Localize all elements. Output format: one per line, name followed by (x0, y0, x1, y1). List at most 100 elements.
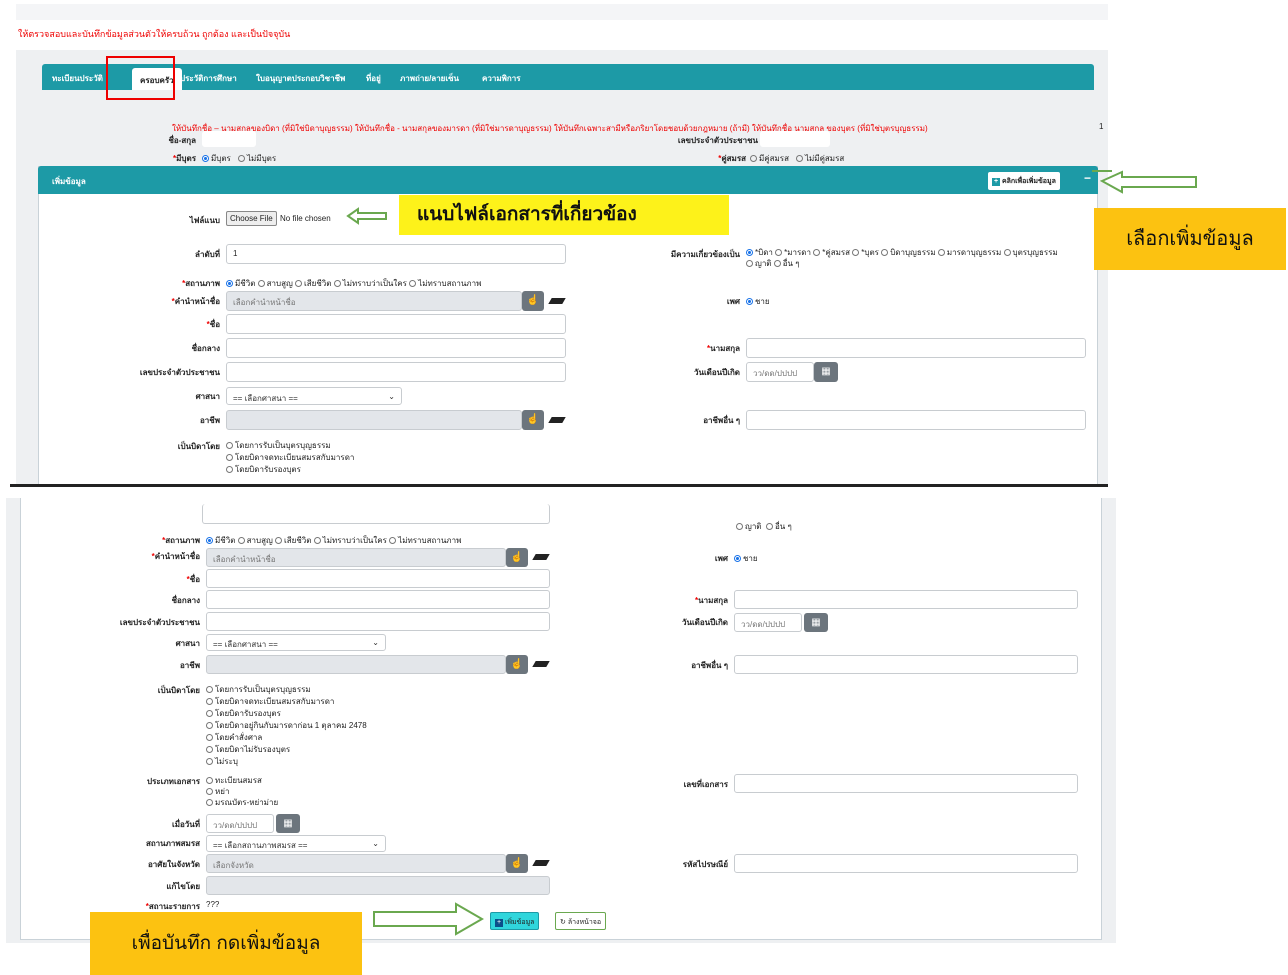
tab-education[interactable]: ประวัติการศึกษา (180, 72, 237, 85)
spouse-radio-yes[interactable]: มีคู่สมรส (750, 152, 789, 165)
edited-by-input (206, 876, 550, 895)
father-by-radio[interactable]: โดยคำสั่งศาล (206, 732, 367, 744)
occupation-input[interactable] (226, 410, 522, 430)
citizen-id-input[interactable] (226, 362, 566, 382)
collapse-icon[interactable]: − (1084, 171, 1091, 185)
pointer-hand-icon[interactable]: ☝ (506, 854, 528, 873)
relation-radio-other[interactable]: อื่น ๆ (773, 259, 800, 268)
tab-photo[interactable]: ภาพถ่าย/ลายเซ็น (400, 72, 459, 85)
plus-square-icon: + (992, 178, 1000, 186)
father-by-radio[interactable]: โดยบิดารับรองบุตร (206, 708, 367, 720)
first-name-label: *ชื่อ (206, 320, 220, 329)
tab-disability[interactable]: ความพิการ (482, 72, 521, 85)
doc-type-radio[interactable]: ทะเบียนสมรส (206, 775, 278, 786)
relation-radio-adopt-child[interactable]: บุตรบุญธรรม (1003, 248, 1058, 257)
relation-radio-child[interactable]: *บุตร (852, 248, 879, 257)
father-by-radio[interactable]: โดยบิดารับรองบุตร (226, 464, 354, 476)
prefix-input[interactable]: เลือกคำนำหน้าชื่อ (226, 291, 522, 311)
notice-text: ให้ตรวจสอบและบันทึกข้อมูลส่วนตัวให้ครบถ้… (18, 29, 291, 39)
doc-type-radio[interactable]: มรณบัตร-หย่าม่าย (206, 797, 278, 808)
postcode-label: รหัสไปรษณีย์ (682, 860, 728, 869)
gender-radio-male[interactable]: ชาย (734, 552, 758, 565)
doc-no-input[interactable] (734, 774, 1078, 793)
has-child-label: *มีบุตร (173, 154, 196, 163)
choose-file-button[interactable]: Choose File (226, 211, 277, 226)
middle-name-label: ชื่อกลาง (171, 596, 200, 605)
add-data-button[interactable]: + เพิ่มข้อมูล (490, 912, 540, 930)
religion-select[interactable]: == เลือกศาสนา == ⌄ (206, 634, 386, 651)
clear-screen-button[interactable]: ↻ ล้างหน้าจอ (555, 912, 607, 930)
pointer-hand-icon[interactable]: ☝ (522, 291, 544, 311)
tab-license[interactable]: ใบอนุญาตประกอบวิชาชีพ (256, 72, 345, 85)
child-radio-yes[interactable]: มีบุตร (202, 152, 231, 165)
pointer-hand-icon[interactable]: ☝ (522, 410, 544, 430)
tab-address[interactable]: ที่อยู่ (366, 72, 381, 85)
province-input[interactable]: เลือกจังหวัด (206, 854, 506, 873)
save-note: เพื่อบันทึก กดเพิ่มข้อมูล (90, 912, 362, 975)
left-arrow-icon (346, 207, 387, 225)
relation-radio-adopt-mother[interactable]: มารดาบุญธรรม (937, 248, 1001, 257)
calendar-icon[interactable]: ▦ (276, 814, 300, 833)
status-radio-missing[interactable]: สาบสูญ (257, 279, 293, 288)
record-status-value: ??? (206, 900, 220, 909)
other-occupation-input[interactable] (734, 655, 1078, 674)
child-radio-no[interactable]: ไม่มีบุตร (238, 152, 276, 165)
father-by-radio[interactable]: โดยบิดาจดทะเบียนสมรสกับมารดา (226, 452, 354, 464)
top-screenshot-panel: ให้ตรวจสอบและบันทึกข้อมูลส่วนตัวให้ครบถ้… (16, 0, 1108, 486)
order-input[interactable]: 1 (226, 244, 566, 264)
status-radio-dead[interactable]: เสียชีวิต (295, 279, 331, 288)
first-name-input[interactable] (226, 314, 566, 334)
middle-name-input[interactable] (226, 338, 566, 358)
calendar-icon[interactable]: ▦ (814, 362, 838, 382)
relation-radio-adopt-father[interactable]: บิดาบุญธรรม (881, 248, 936, 257)
status-radio-unknown-person[interactable]: ไม่ทราบว่าเป็นใคร (333, 279, 407, 288)
add-data-link[interactable]: + คลิกเพื่อเพิ่มข้อมูล (988, 172, 1060, 190)
status-radio-unknown-person[interactable]: ไม่ทราบว่าเป็นใคร (313, 536, 387, 545)
prefix-input[interactable]: เลือกคำนำหน้าชื่อ (206, 548, 506, 567)
other-occupation-input[interactable] (746, 410, 1086, 430)
gender-radio-male[interactable]: ชาย (746, 295, 770, 308)
status-radio-unknown[interactable]: ไม่ทราบสถานภาพ (409, 279, 481, 288)
tab-history[interactable]: ทะเบียนประวัติ (52, 72, 103, 85)
marital-status-select[interactable]: == เลือกสถานภาพสมรส == ⌄ (206, 835, 386, 852)
citizen-id-input[interactable] (206, 612, 550, 631)
pointer-hand-icon[interactable]: ☝ (506, 655, 528, 674)
doc-type-radio[interactable]: หย่า (206, 786, 278, 797)
relation-radio-other[interactable]: อื่น ๆ (766, 520, 792, 533)
postcode-input[interactable] (734, 854, 1078, 873)
father-by-radio[interactable]: โดยการรับเป็นบุตรบุญธรรม (206, 684, 367, 696)
religion-select[interactable]: == เลือกศาสนา == ⌄ (226, 387, 402, 405)
middle-name-label: ชื่อกลาง (191, 344, 220, 353)
relation-radio-spouse[interactable]: *คู่สมรส (813, 248, 850, 257)
father-by-radio[interactable]: โดยบิดาอยู่กินกับมารดาก่อน 1 ตุลาคม 2478 (206, 720, 367, 732)
calendar-icon[interactable]: ▦ (804, 613, 828, 632)
occupation-input[interactable] (206, 655, 506, 674)
birth-date-input[interactable]: วว/ดด/ปปปป (734, 613, 802, 632)
father-by-radio[interactable]: โดยบิดาจดทะเบียนสมรสกับมารดา (206, 696, 367, 708)
spouse-radio-no[interactable]: ไม่มีคู่สมรส (796, 152, 844, 165)
relation-radio-relative[interactable]: ญาติ (746, 259, 772, 268)
status-radio-alive[interactable]: มีชีวิต (206, 536, 235, 545)
relation-radio-mother[interactable]: *มารดา (775, 248, 811, 257)
pointer-hand-icon[interactable]: ☝ (506, 548, 528, 567)
status-radio-dead[interactable]: เสียชีวิต (275, 536, 311, 545)
middle-name-input[interactable] (206, 590, 550, 609)
status-radio-missing[interactable]: สาบสูญ (237, 536, 273, 545)
doc-type-label: ประเภทเอกสาร (146, 777, 200, 786)
chevron-down-icon: ⌄ (372, 839, 379, 848)
idcard-label: เลขประจำตัวประชาชน (677, 136, 758, 145)
first-name-input[interactable] (206, 569, 550, 588)
occupation-label: อาชีพ (200, 416, 220, 425)
on-date-input[interactable]: วว/ดด/ปปปป (206, 814, 274, 833)
status-radio-unknown[interactable]: ไม่ทราบสถานภาพ (389, 536, 461, 545)
father-by-label: เป็นบิดาโดย (157, 686, 200, 695)
last-name-input[interactable] (734, 590, 1078, 609)
father-by-radio[interactable]: ไม่ระบุ (206, 756, 367, 768)
last-name-input[interactable] (746, 338, 1086, 358)
relation-radio-relative[interactable]: ญาติ (736, 520, 762, 533)
father-by-radio[interactable]: โดยบิดาไม่รับรองบุตร (206, 744, 367, 756)
birth-date-input[interactable]: วว/ดด/ปปปป (746, 362, 814, 382)
father-by-radio[interactable]: โดยการรับเป็นบุตรบุญธรรม (226, 440, 354, 452)
relation-radio-father[interactable]: *บิดา (746, 248, 773, 257)
status-radio-alive[interactable]: มีชีวิต (226, 279, 255, 288)
